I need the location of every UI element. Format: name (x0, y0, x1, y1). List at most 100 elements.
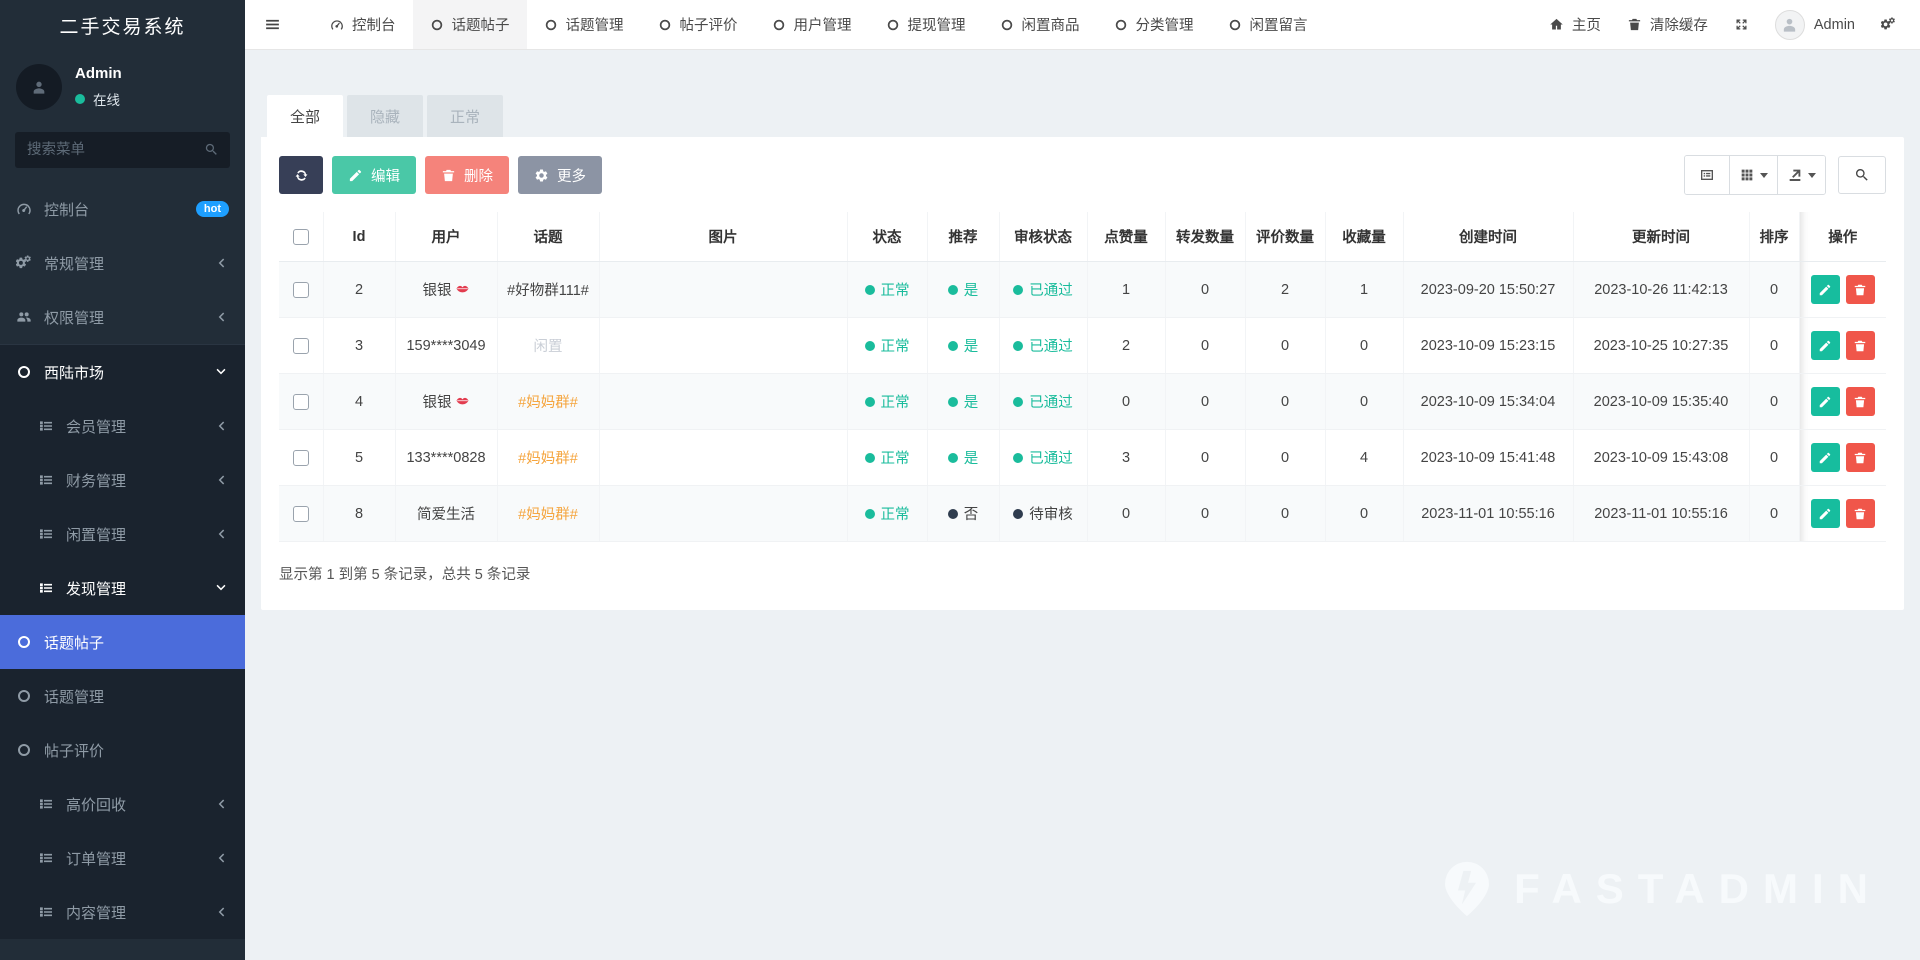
sidebar-item-2-0[interactable]: 会员管理 (0, 399, 245, 453)
edit-row-button[interactable] (1810, 499, 1840, 528)
chevron-left-icon (213, 796, 229, 812)
topbar-right: 主页 清除缓存 Admin (1549, 0, 1920, 49)
data-table: Id 用户 话题 图片 状态 推荐 审核状态 点赞量 转发数量 评价数量 收藏量 创建时间 更新时间 排序… (279, 212, 1886, 542)
circle-icon (16, 688, 32, 704)
menu-search-input[interactable] (15, 132, 230, 168)
delete-row-button[interactable] (1845, 387, 1875, 416)
watermark: FASTADMIN (1436, 858, 1882, 920)
online-dot-icon (75, 94, 85, 104)
topnav-item-2[interactable]: 话题管理 (527, 0, 641, 49)
sidebar-item-label: 高价回收 (66, 796, 127, 814)
cell-updated: 2023-10-09 15:35:40 (1573, 373, 1750, 430)
refresh-button[interactable] (279, 156, 323, 194)
edit-row-button[interactable] (1810, 387, 1840, 416)
caret-down-icon (1760, 172, 1768, 178)
cell-image (599, 261, 848, 318)
delete-row-button[interactable] (1845, 499, 1875, 528)
sidebar-item-label: 话题管理 (44, 688, 105, 706)
user-status: 在线 (75, 89, 122, 109)
sidebar-item-2-3[interactable]: 发现管理 (0, 561, 245, 615)
cell-topic: #妈妈群# (497, 485, 600, 542)
topnav-item-6[interactable]: 闲置商品 (983, 0, 1097, 49)
sidebar-item-2-4[interactable]: 高价回收 (0, 777, 245, 831)
topnav-tabs: 控制台 话题帖子 话题管理 帖子评价 用户管理 提现管理 闲置商品 分类管理 闲置留言 (313, 0, 1325, 49)
edit-row-button[interactable] (1810, 443, 1840, 472)
filter-tab-0[interactable]: 全部 (267, 95, 344, 137)
cell-recommend: 是 (927, 429, 1000, 486)
sidebar-item-2-6[interactable]: 内容管理 (0, 885, 245, 939)
delete-row-button[interactable] (1845, 275, 1875, 304)
sidebar-item-1-3[interactable]: 西陆市场 (0, 345, 245, 399)
status-badge: 是 (947, 447, 978, 468)
edit-button[interactable]: 编辑 (332, 156, 416, 194)
edit-row-button[interactable] (1810, 275, 1840, 304)
table-row: 8 简爱生活 #妈妈群# 正常否待审核 0 0 0 0 2023-11-01 10:55:16 2… (279, 485, 1886, 542)
filter-tab-2[interactable]: 正常 (427, 95, 504, 137)
toggle-view-button[interactable] (1685, 156, 1730, 194)
topnav-item-label: 提现管理 (907, 18, 966, 34)
cell-topic: #好物群111# (497, 261, 600, 318)
filter-tab-1[interactable]: 隐藏 (347, 95, 424, 137)
cell-forwards: 0 (1165, 261, 1246, 318)
columns-button[interactable] (1730, 156, 1778, 194)
chevron-left-icon (213, 418, 229, 434)
edit-row-button[interactable] (1810, 331, 1840, 360)
sidebar-item-2-1[interactable]: 财务管理 (0, 453, 245, 507)
bolt-pin-icon (1436, 858, 1498, 920)
row-checkbox[interactable] (292, 337, 309, 354)
topnav-item-3[interactable]: 帖子评价 (641, 0, 755, 49)
row-checkbox[interactable] (292, 505, 309, 522)
cell-favorites: 4 (1325, 429, 1404, 486)
table-search-button[interactable] (1838, 156, 1886, 194)
person-icon (1781, 16, 1798, 33)
sidebar-item-3-2[interactable]: 帖子评价 (0, 723, 245, 777)
home-link[interactable]: 主页 (1549, 14, 1601, 35)
cell-sort: 0 (1749, 429, 1800, 486)
sidebar-item-3-0[interactable]: 话题帖子 (0, 615, 245, 669)
lips-icon (455, 394, 470, 409)
user-menu[interactable]: Admin (1774, 9, 1855, 40)
sidebar-item-label: 闲置管理 (66, 526, 127, 544)
more-button-label: 更多 (557, 168, 586, 185)
list-icon (38, 796, 54, 812)
topnav-item-4[interactable]: 用户管理 (755, 0, 869, 49)
delete-button[interactable]: 删除 (425, 156, 509, 194)
sidebar-toggle-button[interactable] (245, 0, 299, 49)
topnav-item-0[interactable]: 控制台 (313, 0, 413, 49)
clear-cache-button[interactable]: 清除缓存 (1627, 14, 1708, 35)
caret-down-icon (1808, 172, 1816, 178)
select-all-checkbox[interactable] (292, 228, 309, 245)
cell-forwards: 0 (1165, 317, 1246, 374)
sidebar-item-1-2[interactable]: 权限管理 (0, 290, 245, 344)
fullscreen-button[interactable] (1734, 17, 1749, 32)
topnav-item-1[interactable]: 话题帖子 (412, 0, 527, 49)
sidebar-item-1-1[interactable]: 常规管理 (0, 236, 245, 290)
row-checkbox[interactable] (292, 393, 309, 410)
status-dot-icon (947, 396, 958, 407)
cell-actions (1798, 485, 1886, 542)
sidebar-item-label: 内容管理 (66, 904, 127, 922)
sidebar-item-2-5[interactable]: 订单管理 (0, 831, 245, 885)
topnav-item-7[interactable]: 分类管理 (1097, 0, 1211, 49)
cell-audit: 已通过 (999, 261, 1088, 318)
person-icon (31, 79, 47, 95)
sidebar-item-label: 西陆市场 (44, 364, 105, 382)
cell-status: 正常 (847, 373, 928, 430)
row-checkbox[interactable] (292, 449, 309, 466)
cell-forwards: 0 (1165, 485, 1246, 542)
topnav-item-5[interactable]: 提现管理 (869, 0, 983, 49)
sidebar-item-1-0[interactable]: 控制台 hot (0, 182, 245, 236)
row-checkbox[interactable] (292, 281, 309, 298)
refresh-icon (294, 168, 309, 183)
search-icon (1854, 167, 1870, 183)
export-button[interactable] (1778, 156, 1825, 194)
app-root: 二手交易系统 Admin 在线 控制台 hot 常规管理权限管理西陆市场会员管理财务… (0, 0, 1920, 960)
sidebar-item-3-1[interactable]: 话题管理 (0, 669, 245, 723)
sidebar-item-2-2[interactable]: 闲置管理 (0, 507, 245, 561)
settings-button[interactable] (1881, 17, 1896, 32)
topnav-item-8[interactable]: 闲置留言 (1211, 0, 1325, 49)
delete-row-button[interactable] (1845, 443, 1875, 472)
circle-icon (16, 634, 32, 650)
more-button[interactable]: 更多 (518, 156, 602, 194)
delete-row-button[interactable] (1845, 331, 1875, 360)
